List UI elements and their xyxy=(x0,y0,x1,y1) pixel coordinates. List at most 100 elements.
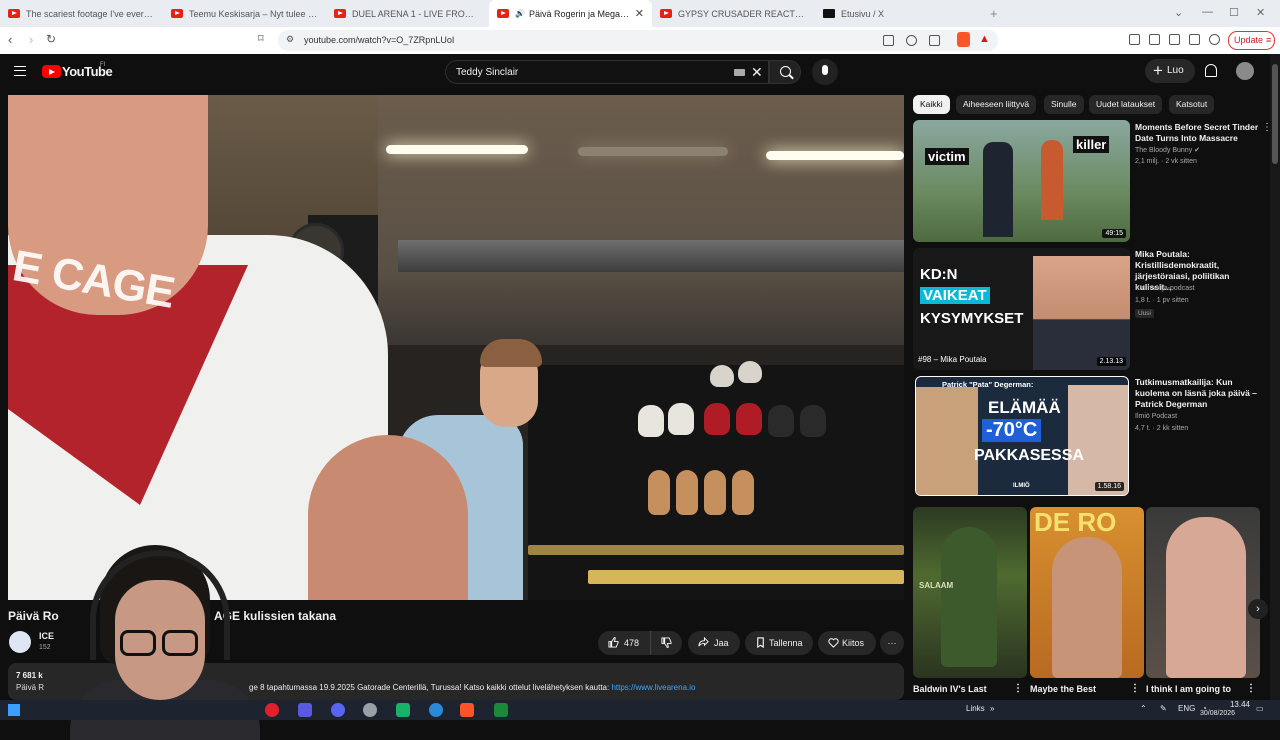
media-icon[interactable] xyxy=(1129,34,1140,45)
windows-start-icon[interactable] xyxy=(8,704,20,716)
short-title[interactable]: I think I am going to xyxy=(1146,684,1231,694)
wallet-icon[interactable] xyxy=(1169,34,1180,45)
chip-related[interactable]: Aiheeseen liittyvä xyxy=(956,95,1037,114)
pen-icon[interactable]: ✎ xyxy=(1160,704,1167,713)
description-link[interactable]: https://www.livearena.io xyxy=(611,683,695,692)
voice-search-icon[interactable] xyxy=(812,59,838,85)
share-button[interactable]: Jaa xyxy=(688,631,740,655)
url-text[interactable]: youtube.com/watch?v=O_7ZRpnLUoI xyxy=(304,35,454,45)
brave-shields-icon[interactable] xyxy=(957,32,970,47)
youtube-logo-icon[interactable] xyxy=(42,65,61,78)
zoom-icon[interactable] xyxy=(906,35,917,46)
channel-name[interactable]: Ilmiö Podcast xyxy=(1135,413,1177,420)
video-player[interactable]: E CAGE xyxy=(8,95,904,600)
links-toolbar[interactable]: Links xyxy=(966,704,985,713)
opera-icon[interactable] xyxy=(265,703,279,717)
video-thumbnail[interactable]: victim killer 49:15 xyxy=(913,120,1130,242)
more-options-icon[interactable]: ⋮ xyxy=(1246,683,1256,694)
new-tab-icon[interactable]: + xyxy=(990,6,998,21)
like-button[interactable]: 478 xyxy=(598,631,650,655)
search-input[interactable]: Teddy Sinclair ✕ xyxy=(445,60,769,84)
back-icon[interactable]: ‹ xyxy=(8,32,12,47)
video-meta: 1,8 t. · 1 pv sitten xyxy=(1135,297,1189,304)
thumbnail-brand: ILMIÖ xyxy=(1013,483,1030,489)
brave-icon[interactable] xyxy=(460,703,474,717)
video-thumbnail[interactable]: Patrick "Pata" Degerman: ELÄMÄÄ -70°C PA… xyxy=(915,376,1129,496)
avatar[interactable] xyxy=(1236,62,1254,80)
keyboard-icon[interactable] xyxy=(734,69,745,76)
browser-tab[interactable]: GYPSY CRUSADER REACTS TO FIGHT xyxy=(652,0,815,27)
search-button[interactable] xyxy=(769,60,801,84)
thumbnail-label: killer xyxy=(1073,136,1110,153)
channel-name[interactable]: ICE xyxy=(39,631,54,641)
close-tab-icon[interactable]: ✕ xyxy=(635,7,644,20)
minimize-icon[interactable]: — xyxy=(1202,6,1213,18)
maximize-icon[interactable]: ☐ xyxy=(1229,6,1239,19)
more-actions-button[interactable]: ··· xyxy=(880,631,904,655)
notifications-icon[interactable] xyxy=(1205,64,1217,77)
video-thumbnail[interactable]: KD:N VAIKEAT KYSYMYKSET #98 – Mika Pouta… xyxy=(913,248,1130,370)
bookmark-icon[interactable]: ⌑ xyxy=(258,32,264,45)
app-icon[interactable] xyxy=(396,703,410,717)
scrollbar-thumb[interactable] xyxy=(1272,64,1278,164)
app-icon[interactable] xyxy=(363,703,377,717)
tab-search-icon[interactable]: ⌄ xyxy=(1174,6,1183,19)
more-options-icon[interactable]: ⋮ xyxy=(1013,683,1023,694)
browser-tab[interactable]: Teemu Keskisarja – Nyt tulee täysilaid..… xyxy=(163,0,326,27)
more-options-icon[interactable]: ⋮ xyxy=(1130,683,1140,694)
video-title[interactable]: Moments Before Secret Tinder Date Turns … xyxy=(1135,122,1265,144)
audio-playing-icon[interactable]: 🔊 xyxy=(515,9,525,18)
clear-search-icon[interactable]: ✕ xyxy=(751,64,763,81)
clock-date[interactable]: 30/08/2026 xyxy=(1200,710,1235,717)
short-thumbnail[interactable]: SALAAM xyxy=(913,507,1027,678)
channel-name[interactable]: Kuunnelija-podcast xyxy=(1135,285,1195,292)
short-title[interactable]: Baldwin IV's Last xyxy=(913,684,987,694)
teams-icon[interactable] xyxy=(298,703,312,717)
site-info-icon[interactable]: ⚙ xyxy=(286,34,294,45)
chip-new-uploads[interactable]: Uudet lataukset xyxy=(1089,95,1163,114)
language-indicator[interactable]: ENG xyxy=(1178,704,1195,713)
discord-icon[interactable] xyxy=(331,703,345,717)
install-app-icon[interactable] xyxy=(929,35,940,46)
clock-time[interactable]: 13.44 xyxy=(1214,700,1250,709)
tray-overflow-icon[interactable]: ⌃ xyxy=(1140,704,1147,713)
app-icon[interactable] xyxy=(494,703,508,717)
notification-center-icon[interactable]: ▭ xyxy=(1256,704,1264,713)
short-title[interactable]: Maybe the Best xyxy=(1030,684,1096,694)
save-button[interactable]: Tallenna xyxy=(745,631,813,655)
browser-tab[interactable]: The scariest footage I've ever seen... xyxy=(0,0,163,27)
search-value[interactable]: Teddy Sinclair xyxy=(456,67,518,78)
description-body: ge 8 tapahtumassa 19.9.2025 Gatorade Cen… xyxy=(249,683,612,692)
video-title[interactable]: Tutkimusmatkailija: Kun kuolema on läsnä… xyxy=(1135,377,1265,410)
url-bar[interactable]: ⚙ youtube.com/watch?v=O_7ZRpnLUoI ▲ xyxy=(278,30,998,51)
save-label: Tallenna xyxy=(769,638,803,648)
channel-name[interactable]: The Bloody Bunny ✔ xyxy=(1135,146,1200,154)
brave-rewards-icon[interactable]: ▲ xyxy=(979,33,990,45)
more-options-icon[interactable]: ⋮ xyxy=(1262,122,1272,133)
forward-icon[interactable]: › xyxy=(29,32,33,47)
chip-for-you[interactable]: Sinulle xyxy=(1044,95,1084,114)
reload-icon[interactable]: ↻ xyxy=(46,32,56,46)
channel-avatar[interactable] xyxy=(9,631,31,653)
short-thumbnail[interactable] xyxy=(1146,507,1260,678)
toolbar-expand-icon[interactable]: » xyxy=(990,704,994,713)
browser-tab-active[interactable]: 🔊Päivä Rogerin ja Megan kanssa ✕ xyxy=(489,0,652,27)
sidebar-icon[interactable] xyxy=(1149,34,1160,45)
vpn-icon[interactable] xyxy=(1209,34,1220,45)
translate-icon[interactable] xyxy=(883,35,894,46)
next-shorts-button[interactable]: › xyxy=(1248,599,1268,619)
edge-icon[interactable] xyxy=(429,703,443,717)
chip-watched[interactable]: Katsotut xyxy=(1169,95,1215,114)
extensions-icon[interactable] xyxy=(1189,34,1200,45)
close-window-icon[interactable]: ✕ xyxy=(1256,6,1265,19)
create-button[interactable]: Luo xyxy=(1145,59,1195,83)
thanks-button[interactable]: Kiitos xyxy=(818,631,876,655)
menu-icon[interactable] xyxy=(14,66,26,76)
page-scrollbar[interactable] xyxy=(1270,54,1280,700)
chip-all[interactable]: Kaikki xyxy=(913,95,950,114)
short-thumbnail[interactable]: DE RO xyxy=(1030,507,1144,678)
update-button[interactable]: Update ≡ xyxy=(1228,31,1275,50)
dislike-button[interactable] xyxy=(650,631,682,655)
browser-tab[interactable]: Etusivu / X xyxy=(815,0,978,27)
browser-tab[interactable]: DUEL ARENA 1 - LIVE FROM ORLANDO xyxy=(326,0,489,27)
